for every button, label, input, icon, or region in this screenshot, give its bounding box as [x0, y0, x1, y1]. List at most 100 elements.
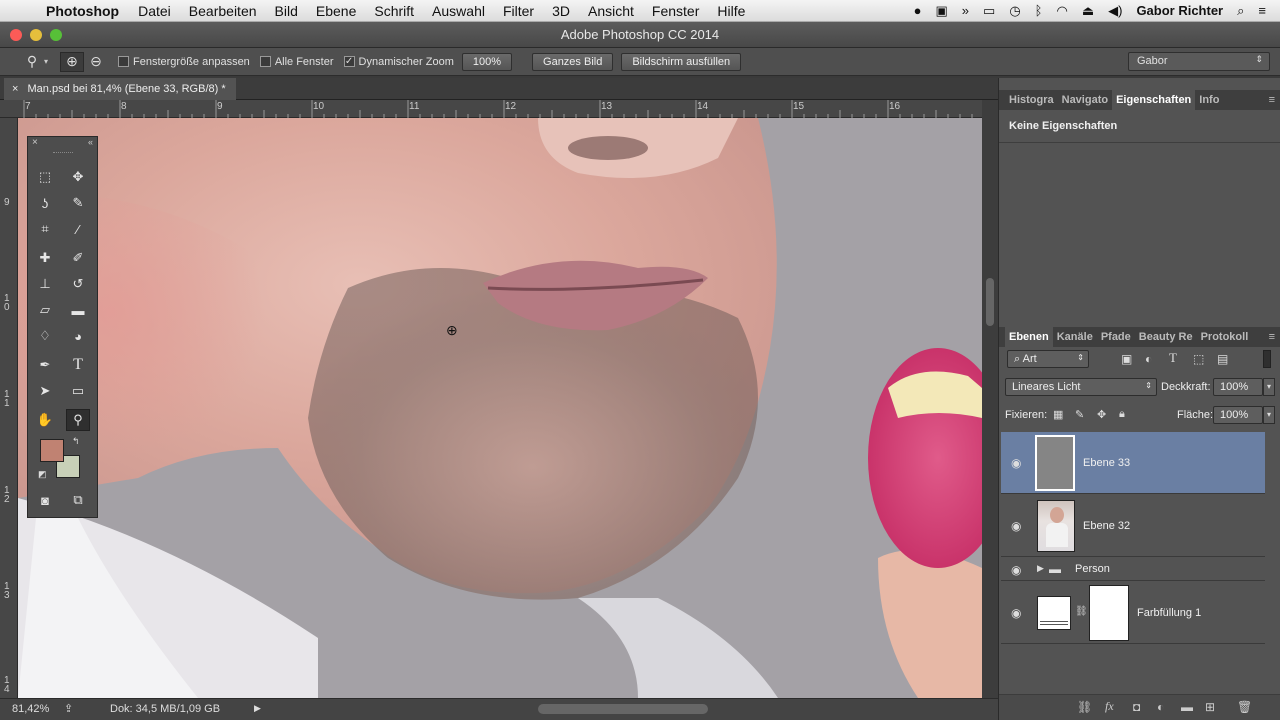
menu-3d[interactable]: 3D [543, 3, 579, 19]
link-layers-icon[interactable]: ⛓︎ [1077, 700, 1092, 714]
menu-ebene[interactable]: Ebene [307, 3, 365, 19]
history-brush-tool-icon[interactable]: ↺ [66, 273, 90, 295]
screen-icon[interactable]: ▣ [935, 3, 947, 19]
visibility-eye-icon[interactable]: ◉ [1011, 563, 1021, 577]
menu-bild[interactable]: Bild [266, 3, 307, 19]
horizontal-scroll-thumb[interactable] [538, 704, 708, 714]
layer-group-row[interactable]: ◉ ▶ ▬ Person [1001, 558, 1265, 581]
preset-dropdown-icon[interactable]: ▾ [44, 57, 48, 66]
dodge-tool-icon[interactable]: ◕ [66, 325, 90, 347]
blend-mode-select[interactable]: Lineares Licht ⇕ [1005, 378, 1157, 396]
lock-pixels-icon[interactable]: ✎ [1075, 408, 1084, 421]
blur-tool-icon[interactable]: ♢ [33, 325, 57, 347]
menu-app[interactable]: Photoshop [42, 3, 129, 19]
zoom-level[interactable]: 81,42% [12, 703, 49, 715]
workspace-select[interactable]: Gabor ⇕ [1128, 52, 1270, 71]
zoom-out-icon[interactable]: ⊖ [84, 52, 108, 72]
zoom-window-icon[interactable] [50, 29, 62, 41]
tab-beauty-retouch[interactable]: Beauty Re [1135, 331, 1197, 343]
airplay-icon[interactable]: ▭ [983, 3, 995, 19]
filter-toggle[interactable] [1263, 350, 1271, 368]
path-selection-tool-icon[interactable]: ➤ [33, 380, 57, 402]
layers-panel-menu-icon[interactable]: ≡ [1269, 331, 1275, 343]
horizontal-ruler[interactable]: 7 8 9 10 11 12 13 14 15 16 [0, 100, 982, 118]
share-icon[interactable]: ⇪ [64, 702, 73, 715]
mask-link-icon[interactable]: ⛓︎ [1075, 606, 1088, 617]
menu-hilfe[interactable]: Hilfe [708, 3, 754, 19]
time-machine-icon[interactable]: ◷ [1009, 3, 1020, 19]
menu-auswahl[interactable]: Auswahl [423, 3, 494, 19]
hat-icon[interactable]: ● [914, 3, 922, 18]
panel-menu-icon[interactable]: ≡ [1269, 94, 1275, 106]
default-colors-icon[interactable]: ◩ [38, 469, 47, 480]
layer-name[interactable]: Farbfüllung 1 [1137, 607, 1201, 619]
add-mask-icon[interactable]: ◘ [1133, 700, 1140, 714]
tab-layers[interactable]: Ebenen [1005, 327, 1053, 347]
zoom-in-icon[interactable]: ⊕ [60, 51, 85, 72]
status-menu-arrow-icon[interactable]: ▶ [254, 703, 261, 714]
wifi-icon[interactable]: ◠ [1056, 3, 1067, 19]
lock-position-icon[interactable]: ✥ [1097, 408, 1106, 421]
filter-shape-layer-icon[interactable]: ⬚ [1193, 352, 1204, 366]
fit-screen-button[interactable]: Ganzes Bild [532, 52, 614, 71]
visibility-eye-icon[interactable]: ◉ [1011, 606, 1021, 620]
zoom-tool-preset-icon[interactable]: ⚲ [20, 52, 44, 72]
document-canvas[interactable]: ⊕ [18, 118, 982, 698]
opacity-input[interactable]: 100% [1213, 378, 1263, 396]
vertical-ruler[interactable]: 9 1 0 1 1 1 2 1 3 1 4 [0, 118, 18, 698]
new-layer-icon[interactable]: ⊞ [1205, 700, 1215, 714]
foreground-color-swatch[interactable] [40, 439, 64, 462]
fast-forward-icon[interactable]: » [962, 3, 969, 18]
notification-list-icon[interactable]: ≡ [1258, 3, 1266, 18]
spotlight-search-icon[interactable]: ⌕ [1237, 3, 1244, 19]
user-name[interactable]: Gabor Richter [1136, 3, 1223, 18]
expand-group-icon[interactable]: ▶ [1037, 563, 1044, 574]
palette-grip[interactable] [53, 152, 73, 154]
tab-paths[interactable]: Pfade [1097, 331, 1135, 343]
clone-stamp-tool-icon[interactable]: ⊥ [33, 273, 57, 295]
volume-icon[interactable]: ◀) [1108, 3, 1122, 19]
filter-type-layer-icon[interactable]: T [1169, 350, 1177, 366]
zoom-100-button[interactable]: 100% [461, 52, 513, 71]
quick-selection-tool-icon[interactable]: ✎ [66, 192, 90, 214]
menu-ansicht[interactable]: Ansicht [579, 3, 643, 19]
collapse-panel-icon[interactable]: « [88, 137, 93, 147]
all-windows-checkbox[interactable] [259, 56, 271, 67]
delete-layer-icon[interactable]: 🗑︎ [1237, 700, 1252, 714]
tab-channels[interactable]: Kanäle [1053, 331, 1097, 343]
tab-navigator[interactable]: Navigato [1058, 94, 1112, 106]
menu-fenster[interactable]: Fenster [643, 3, 708, 19]
marquee-tool-icon[interactable]: ⬚ [33, 166, 57, 188]
visibility-eye-icon[interactable]: ◉ [1011, 456, 1021, 470]
tab-history[interactable]: Protokoll [1197, 331, 1253, 343]
layer-style-fx-icon[interactable]: fx [1105, 699, 1114, 714]
close-document-icon[interactable]: × [12, 83, 18, 95]
filter-smart-object-icon[interactable]: ▤ [1217, 352, 1228, 366]
fill-screen-button[interactable]: Bildschirm ausfüllen [621, 52, 742, 71]
swap-colors-icon[interactable]: ↰ [72, 436, 80, 447]
close-panel-icon[interactable]: × [32, 137, 38, 148]
adjustment-layer-icon[interactable]: ◐ [1157, 700, 1164, 714]
layer-name[interactable]: Ebene 32 [1083, 520, 1130, 532]
new-group-icon[interactable]: ▬ [1181, 700, 1193, 714]
resize-windows-checkbox[interactable] [118, 56, 130, 67]
tab-properties[interactable]: Eigenschaften [1112, 90, 1196, 110]
lasso-tool-icon[interactable]: ʖ [33, 192, 57, 214]
screen-mode-icon[interactable]: ⧉ [66, 489, 90, 511]
menu-schrift[interactable]: Schrift [365, 3, 423, 19]
layer-name[interactable]: Ebene 33 [1083, 457, 1130, 469]
lock-all-icon[interactable]: 🔒︎ [1119, 408, 1125, 421]
move-tool-icon[interactable]: ✥ [66, 166, 90, 188]
visibility-eye-icon[interactable]: ◉ [1011, 519, 1021, 533]
layer-row[interactable]: ◉ ⛓︎ Farbfüllung 1 [1001, 582, 1265, 644]
close-window-icon[interactable] [10, 29, 22, 41]
scrubby-zoom-checkbox[interactable]: ✓ [343, 56, 355, 67]
fill-dropdown-icon[interactable]: ▾ [1263, 406, 1275, 424]
gradient-tool-icon[interactable]: ▬ [66, 299, 90, 321]
layer-row[interactable]: ◉ Ebene 33 [1001, 432, 1265, 494]
type-tool-icon[interactable]: T [66, 354, 90, 376]
eraser-tool-icon[interactable]: ▱ [33, 299, 57, 321]
lock-transparent-icon[interactable]: ▦ [1053, 408, 1063, 421]
document-tab[interactable]: × Man.psd bei 81,4% (Ebene 33, RGB/8) * [4, 78, 236, 100]
filter-pixel-layer-icon[interactable]: ▣ [1121, 352, 1132, 366]
